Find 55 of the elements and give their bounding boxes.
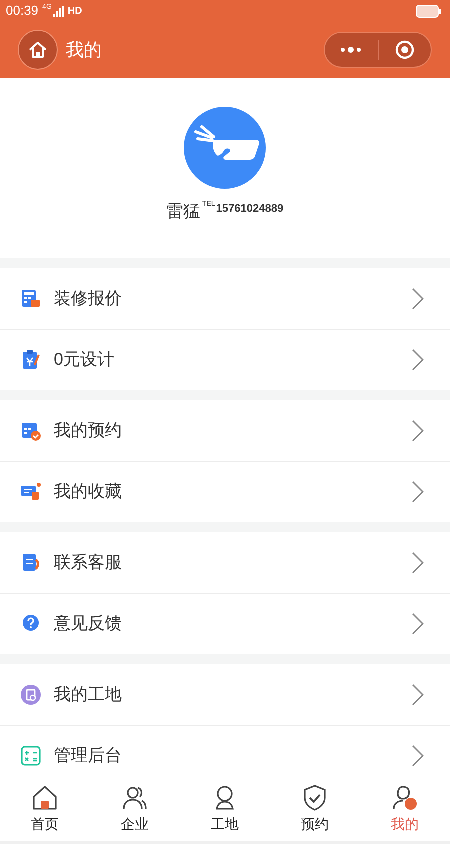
- menu-label: 0元设计: [54, 349, 114, 372]
- menu-item[interactable]: 装修报价: [0, 268, 450, 329]
- tab-label: 我的: [391, 815, 419, 834]
- phone-number: 15761024889: [216, 202, 284, 217]
- signal-icon: [52, 6, 65, 16]
- menu-item[interactable]: 我的工地: [0, 664, 450, 725]
- avatar-icon: [184, 107, 266, 189]
- page-title: 我的: [66, 38, 102, 62]
- status-time: 00:39: [6, 2, 39, 20]
- chevron-icon: [412, 481, 424, 503]
- tab-label: 企业: [121, 815, 149, 834]
- phone-note-icon: [20, 552, 42, 574]
- tab-item[interactable]: 首页: [0, 778, 90, 841]
- message-icon: [20, 481, 42, 503]
- menu-item[interactable]: 0元设计: [0, 329, 450, 390]
- tab-item[interactable]: 我的: [360, 778, 450, 841]
- tab-item[interactable]: 预约: [270, 778, 360, 841]
- chevron-icon: [412, 420, 424, 442]
- menu-item[interactable]: 意见反馈: [0, 593, 450, 654]
- building-icon: [20, 684, 42, 706]
- calculator-icon: [20, 745, 42, 767]
- tab-label: 工地: [211, 815, 239, 834]
- chevron-icon: [412, 745, 424, 767]
- tab-label: 预约: [301, 815, 329, 834]
- menu-label: 我的工地: [54, 684, 122, 706]
- hd-label: HD: [68, 4, 82, 18]
- home-button[interactable]: [18, 30, 58, 70]
- menu-item[interactable]: 我的预约: [0, 400, 450, 461]
- battery-icon: [416, 4, 442, 18]
- chevron-icon: [412, 613, 424, 635]
- clipboard-icon: [20, 349, 42, 371]
- menu-label: 意见反馈: [54, 613, 122, 636]
- home-icon: [28, 40, 48, 60]
- tab-item[interactable]: 工地: [180, 778, 270, 841]
- menu-label: 我的预约: [54, 420, 122, 442]
- user-name: 雷猛: [166, 201, 200, 223]
- chevron-icon: [412, 552, 424, 574]
- home-icon: [31, 784, 59, 812]
- menu-label: 管理后台: [54, 745, 122, 768]
- user-icon: [391, 784, 419, 812]
- tab-label: 首页: [31, 815, 59, 834]
- chevron-icon: [412, 288, 424, 310]
- people-icon: [121, 784, 149, 812]
- menu-label: 联系客服: [54, 552, 122, 574]
- menu-label: 装修报价: [54, 288, 122, 310]
- menu-item[interactable]: 我的收藏: [0, 461, 450, 522]
- chevron-icon: [412, 349, 424, 371]
- more-icon: [340, 46, 362, 54]
- tab-item[interactable]: 企业: [90, 778, 180, 841]
- chevron-icon: [412, 684, 424, 706]
- menu-label: 我的收藏: [54, 481, 122, 504]
- shield-check-icon: [301, 784, 329, 812]
- target-icon: [394, 40, 415, 60]
- calculator-icon: [20, 288, 42, 310]
- menu-item[interactable]: 联系客服: [0, 532, 450, 593]
